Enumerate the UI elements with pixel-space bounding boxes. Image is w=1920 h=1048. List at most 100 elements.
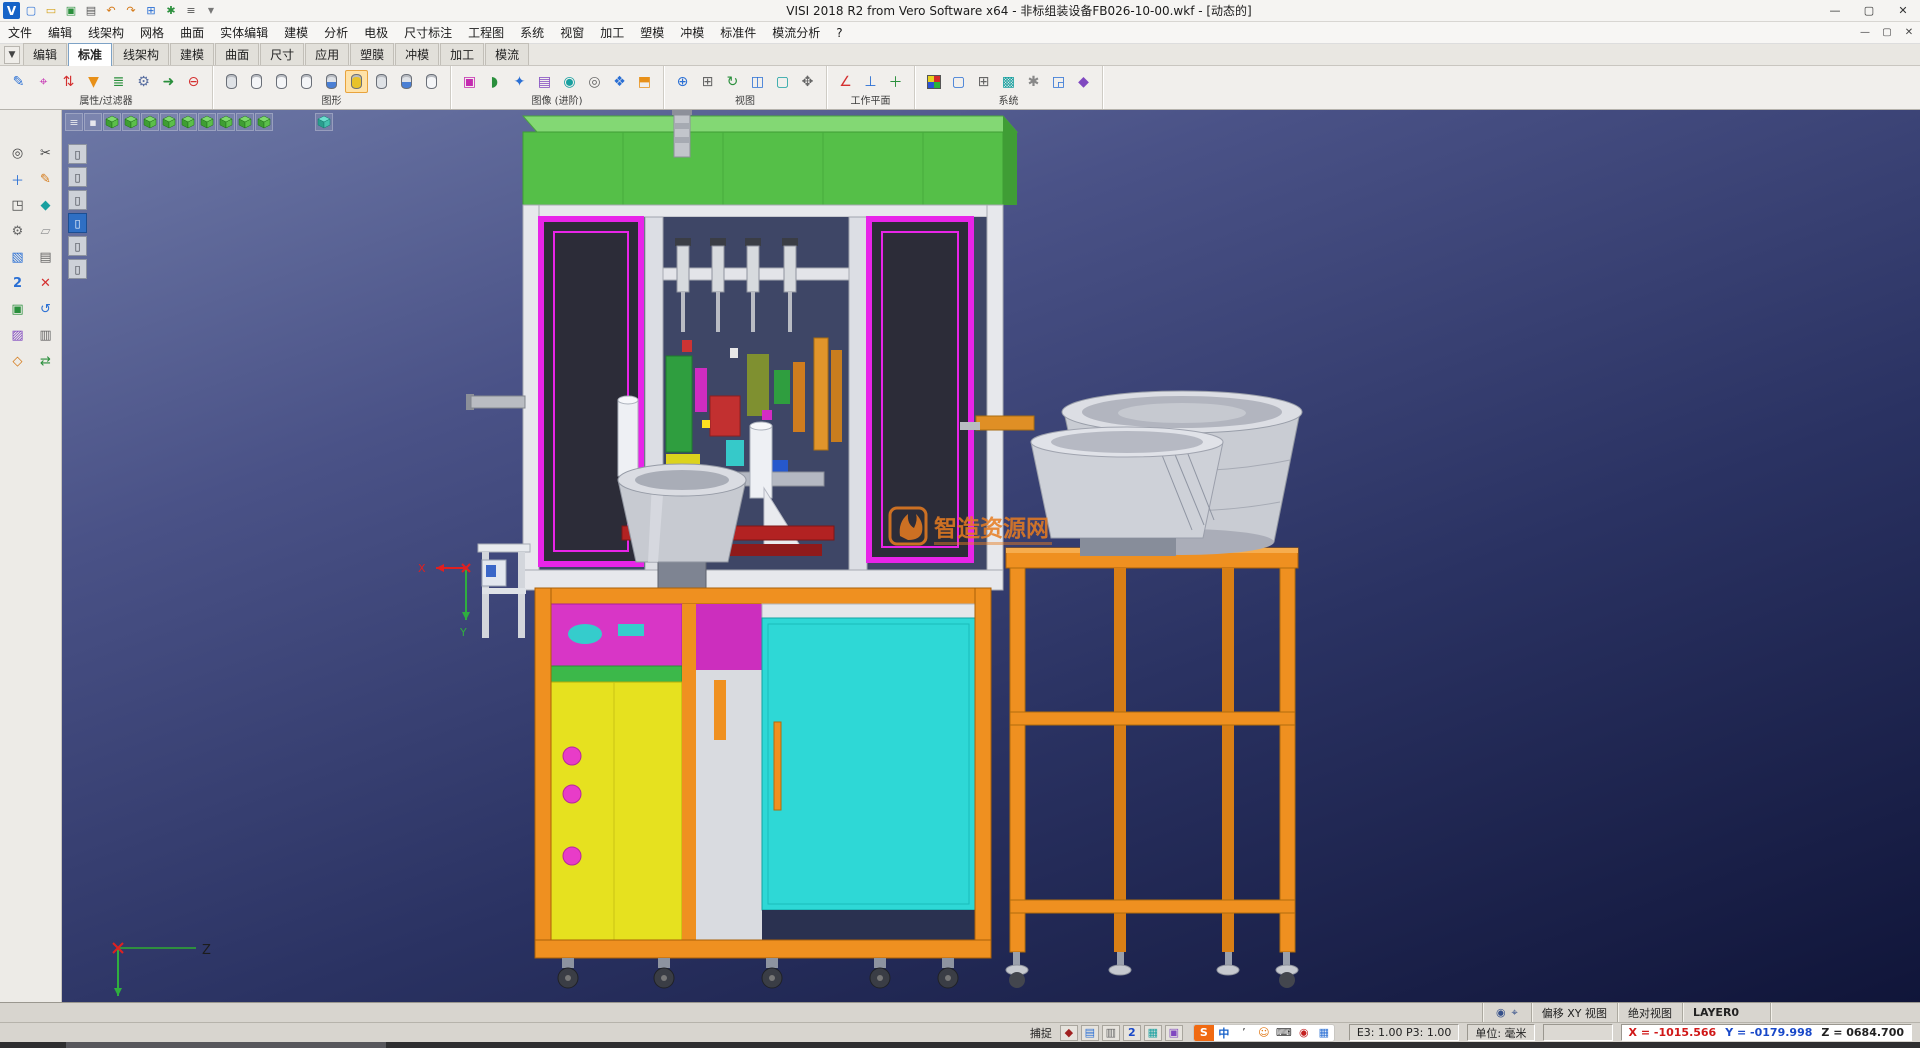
tab-edit[interactable]: 编辑	[23, 43, 67, 65]
ime-toolbox-icon[interactable]: ▦	[1314, 1024, 1334, 1042]
status-tool-red-icon[interactable]: ◆	[1060, 1025, 1078, 1041]
menu-window[interactable]: 视窗	[552, 22, 592, 43]
side-accessory-table[interactable]	[466, 394, 530, 638]
ime-mic-icon[interactable]: ◉	[1294, 1024, 1314, 1042]
view-left-icon[interactable]	[198, 113, 216, 131]
swap-tool-icon[interactable]: ⇄	[34, 350, 57, 373]
status-grid-icon[interactable]: ▦	[1144, 1025, 1162, 1041]
pick-target-icon[interactable]: ⌖	[1512, 1006, 1518, 1020]
bin-box-icon[interactable]	[395, 70, 418, 93]
menu-analysis[interactable]: 分析	[316, 22, 356, 43]
ramp-icon[interactable]: ◆	[1072, 70, 1095, 93]
absolute-view-toggle[interactable]: 绝对视图	[1617, 1003, 1682, 1022]
menu-modeling[interactable]: 建模	[276, 22, 316, 43]
hatch-icon[interactable]: ▩	[997, 70, 1020, 93]
rotate-view-icon[interactable]: ↻	[721, 70, 744, 93]
menu-dimension[interactable]: 尺寸标注	[396, 22, 460, 43]
attributes-icon[interactable]: ✎	[7, 70, 30, 93]
options-tool-icon[interactable]: ⚙	[6, 220, 29, 243]
menu-solid-edit[interactable]: 实体编辑	[212, 22, 276, 43]
delete-tool-icon[interactable]: ✕	[34, 272, 57, 295]
visi-logo-icon[interactable]: V	[3, 2, 20, 19]
ime-punctuation-icon[interactable]: ’	[1234, 1024, 1254, 1042]
tab-progress[interactable]: 冲模	[395, 43, 439, 65]
zoom-window-icon[interactable]: ⊞	[696, 70, 719, 93]
view-iso3-icon[interactable]	[255, 113, 273, 131]
offset-mode-icon[interactable]: ◉	[1496, 1006, 1506, 1019]
light-icon[interactable]: ❖	[608, 70, 631, 93]
tab-surface[interactable]: 曲面	[215, 43, 259, 65]
color-grid-icon[interactable]	[922, 70, 945, 93]
shade-icon[interactable]: ◗	[483, 70, 506, 93]
measure-tool-icon[interactable]: ◆	[34, 194, 57, 217]
ime-emoji-icon[interactable]: ☺	[1254, 1024, 1274, 1042]
workplane-normal-icon[interactable]: ⊥	[859, 70, 882, 93]
tab-wireframe[interactable]: 线架构	[113, 43, 169, 65]
list-icon[interactable]: ≡	[182, 2, 200, 19]
mdi-restore-icon[interactable]: ▢	[1876, 24, 1898, 42]
display-mode-active-icon[interactable]: ▯	[68, 213, 87, 233]
display-mode-5-icon[interactable]: ▯	[68, 236, 87, 256]
menu-electrode[interactable]: 电极	[356, 22, 396, 43]
view-front-icon[interactable]	[122, 113, 140, 131]
undo-tool-icon[interactable]: ↺	[34, 298, 57, 321]
tower-light[interactable]	[672, 110, 692, 157]
layer-indicator[interactable]: LAYER0	[1682, 1003, 1770, 1022]
tab-machining[interactable]: 加工	[440, 43, 484, 65]
maximize-button[interactable]: ▢	[1852, 0, 1886, 22]
menu-system[interactable]: 系统	[512, 22, 552, 43]
zoom-tool-icon[interactable]: ◎	[6, 142, 29, 165]
menu-file[interactable]: 文件	[0, 22, 40, 43]
mdi-close-icon[interactable]: ✕	[1898, 24, 1920, 42]
undo-icon[interactable]: ↶	[102, 2, 120, 19]
open-file-icon[interactable]: ▭	[42, 2, 60, 19]
layer2-tool-icon[interactable]: 2	[6, 272, 29, 295]
menu-drawing[interactable]: 工程图	[460, 22, 512, 43]
camera-icon[interactable]: ◎	[583, 70, 606, 93]
tab-modeling[interactable]: 建模	[170, 43, 214, 65]
door-handle[interactable]	[774, 722, 781, 810]
menu-edit[interactable]: 编辑	[40, 22, 80, 43]
bin-6-icon[interactable]	[370, 70, 393, 93]
screen-icon[interactable]: ▢	[947, 70, 970, 93]
cyan-door[interactable]	[762, 618, 975, 910]
ime-keyboard-icon[interactable]: ⌨	[1274, 1024, 1294, 1042]
background-icon[interactable]: ⬒	[633, 70, 656, 93]
minimize-button[interactable]: —	[1818, 0, 1852, 22]
new-file-icon[interactable]: ▢	[22, 2, 40, 19]
qat-dropdown-icon[interactable]: ▼	[202, 2, 220, 19]
sketch-tool-icon[interactable]: ✎	[34, 168, 57, 191]
view-bottom-icon[interactable]	[179, 113, 197, 131]
tab-dimension[interactable]: 尺寸	[260, 43, 304, 65]
grid-icon[interactable]: ⊞	[972, 70, 995, 93]
tab-standard[interactable]: 标准	[68, 43, 112, 66]
render-mode-icon[interactable]: ▣	[458, 70, 481, 93]
filter-icon[interactable]: ▼	[82, 70, 105, 93]
grid-toggle-icon[interactable]: ⊞	[142, 2, 160, 19]
filter-settings-icon[interactable]: ⚙	[132, 70, 155, 93]
cabinet-magenta-panel[interactable]	[551, 604, 682, 666]
tab-mould[interactable]: 塑膜	[350, 43, 394, 65]
hatch-tool-icon[interactable]: ▨	[6, 324, 29, 347]
bin-stack-icon[interactable]	[420, 70, 443, 93]
menu-standard-parts[interactable]: 标准件	[712, 22, 764, 43]
view-back-icon[interactable]	[141, 113, 159, 131]
yellow-panel[interactable]	[551, 682, 682, 940]
bin-2-icon[interactable]	[270, 70, 293, 93]
tab-application[interactable]: 应用	[305, 43, 349, 65]
diamond-tool-icon[interactable]: ◇	[6, 350, 29, 373]
material-icon[interactable]: ✦	[508, 70, 531, 93]
menu-mould[interactable]: 塑模	[632, 22, 672, 43]
clear-filter-icon[interactable]: ⊖	[182, 70, 205, 93]
status-notes-icon[interactable]: ▥	[1102, 1025, 1120, 1041]
viewport-3d[interactable]: X Y Z 智造资源网	[62, 110, 1920, 1002]
menu-help[interactable]: ?	[828, 24, 850, 42]
ime-logo-icon[interactable]: S	[1194, 1024, 1214, 1042]
display-mode-1-icon[interactable]: ▯	[68, 144, 87, 164]
view-iso-icon[interactable]	[103, 113, 121, 131]
swap-filter-icon[interactable]: ⇅	[57, 70, 80, 93]
copy-tool-icon[interactable]: ▥	[34, 324, 57, 347]
duplicate-tool-icon[interactable]: ▧	[6, 246, 29, 269]
display-mode-6-icon[interactable]: ▯	[68, 259, 87, 279]
save-file-icon[interactable]: ▣	[62, 2, 80, 19]
